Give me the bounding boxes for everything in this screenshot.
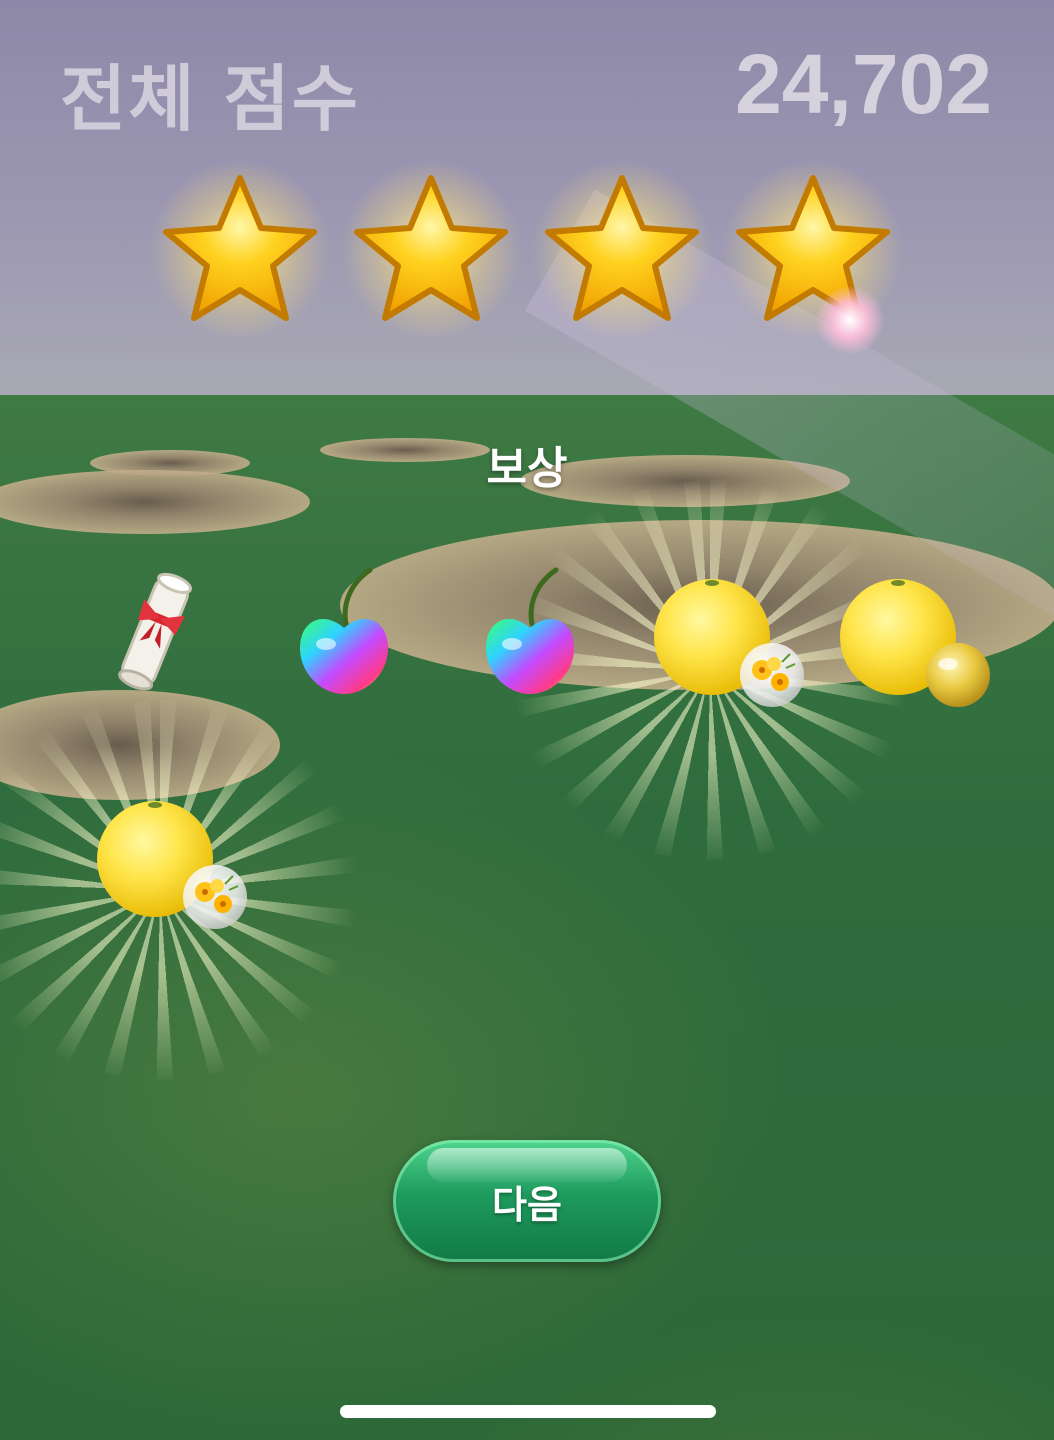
star-rating [150, 160, 910, 340]
total-score-label: 전체 점수 [60, 57, 361, 141]
flower-bubble-icon [740, 643, 804, 707]
golden-fruit-icon [97, 801, 247, 929]
golden-fruit-icon [840, 579, 990, 707]
star-icon [341, 160, 521, 340]
next-button-label: 다음 [492, 1182, 562, 1227]
sparkle-effect [815, 285, 885, 355]
total-score-value: 24,702 [735, 37, 992, 131]
rewards-title: 보상 [486, 443, 568, 494]
golden-fruit-icon [654, 579, 804, 707]
star-icon [532, 160, 712, 340]
scroll-icon [118, 572, 193, 691]
golden-bubble-icon [926, 643, 990, 707]
rainbow-cherry-icon [486, 567, 574, 694]
home-indicator[interactable] [340, 1405, 716, 1418]
flower-bubble-icon [183, 865, 247, 929]
rainbow-cherry-icon [300, 567, 388, 694]
star-icon [150, 160, 330, 340]
next-button[interactable]: 다음 [393, 1140, 661, 1262]
